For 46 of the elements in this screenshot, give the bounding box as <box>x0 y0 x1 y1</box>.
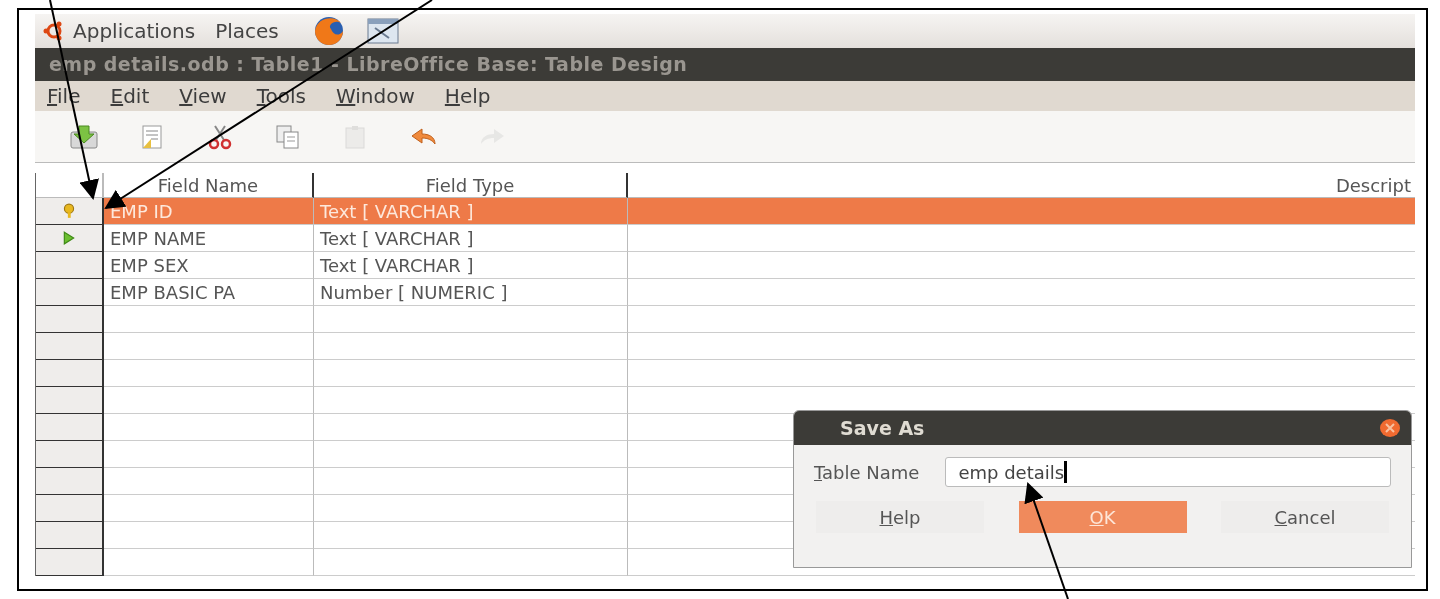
row-header[interactable] <box>36 333 104 360</box>
menu-item[interactable]: Edit <box>110 81 150 111</box>
row-header[interactable] <box>36 441 104 468</box>
row-header[interactable] <box>36 549 104 576</box>
panel-menu-item[interactable]: Places <box>215 16 291 46</box>
empty-cell[interactable] <box>314 333 628 360</box>
table-cell[interactable]: EMP SEX <box>104 252 314 279</box>
menu-item[interactable]: Help <box>444 81 491 111</box>
row-header[interactable] <box>36 198 104 225</box>
dialog-button[interactable]: Help <box>816 501 984 533</box>
empty-cell[interactable] <box>314 522 628 549</box>
empty-cell[interactable] <box>314 414 628 441</box>
menu-item[interactable]: View <box>179 81 227 111</box>
empty-cell[interactable] <box>314 387 628 414</box>
row-header[interactable] <box>36 495 104 522</box>
table-cell[interactable] <box>628 198 1415 225</box>
table-cell[interactable]: Text [ VARCHAR ] <box>314 252 628 279</box>
empty-cell[interactable] <box>314 441 628 468</box>
window-icon[interactable] <box>366 18 399 44</box>
empty-cell[interactable] <box>314 468 628 495</box>
empty-cell[interactable] <box>314 306 628 333</box>
dialog-button[interactable]: Cancel <box>1221 501 1389 533</box>
empty-cell[interactable] <box>314 360 628 387</box>
panel-menu-item[interactable]: Applications <box>73 16 208 46</box>
row-header[interactable] <box>36 387 104 414</box>
table-cell[interactable]: EMP NAME <box>104 225 314 252</box>
table-cell[interactable]: Text [ VARCHAR ] <box>314 225 628 252</box>
table-name-field[interactable]: emp details <box>945 457 1391 487</box>
row-header[interactable] <box>36 225 104 252</box>
close-icon[interactable] <box>1379 418 1401 438</box>
row-header[interactable] <box>36 279 104 306</box>
table-cell[interactable]: Number [ NUMERIC ] <box>314 279 628 306</box>
row-header[interactable] <box>36 306 104 333</box>
menu-item[interactable]: Window <box>335 81 415 111</box>
row-header[interactable] <box>36 360 104 387</box>
empty-cell[interactable] <box>314 495 628 522</box>
text-cursor <box>1064 461 1068 483</box>
row-header[interactable] <box>36 468 104 495</box>
field-label: Table Name <box>814 460 920 485</box>
table-cell[interactable]: EMP BASIC PA <box>104 279 314 306</box>
empty-cell[interactable] <box>314 549 628 576</box>
save-icon <box>69 123 99 150</box>
row-header[interactable] <box>36 414 104 441</box>
dialog-title: Save As <box>840 415 925 441</box>
row-header[interactable] <box>36 522 104 549</box>
row-header[interactable] <box>36 252 104 279</box>
